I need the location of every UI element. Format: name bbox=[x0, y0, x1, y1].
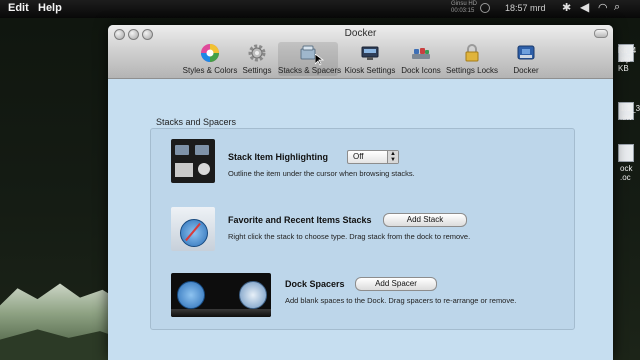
menu-bar: Edit Help Ginsu HD 00:03:15 18:57 mrd ✱ … bbox=[0, 0, 640, 18]
popup-value: Off bbox=[353, 152, 364, 161]
tab-settings-locks[interactable]: Settings Locks bbox=[444, 42, 500, 76]
dock-spacers-description: Add blank spaces to the Dock. Drag space… bbox=[285, 296, 517, 305]
stacks-spacers-panel: Stack Item Highlighting Off ▲ ▼ Outline t… bbox=[150, 128, 575, 330]
section-title: Stacks and Spacers bbox=[156, 117, 237, 127]
tab-label: Dock Icons bbox=[401, 66, 441, 75]
stack-highlighting-description: Outline the item under the cursor when b… bbox=[228, 169, 415, 178]
tab-label: Stacks & Spacers bbox=[278, 66, 342, 75]
tab-dock-icons[interactable]: Dock Icons bbox=[400, 42, 442, 76]
menu-help[interactable]: Help bbox=[38, 2, 62, 14]
stack-highlighting-popup[interactable]: Off ▲ ▼ bbox=[347, 150, 399, 164]
kiosk-icon bbox=[361, 46, 379, 60]
tab-label: Settings bbox=[242, 66, 272, 75]
dock-icons-icon bbox=[412, 48, 430, 59]
add-stack-button[interactable]: Add Stack bbox=[383, 213, 467, 227]
spotlight-search-icon[interactable]: ⌕ bbox=[614, 1, 620, 14]
desktop-file-label: ock .oc bbox=[620, 164, 633, 182]
tab-label: Styles & Colors bbox=[182, 66, 238, 75]
status-clock-icon[interactable] bbox=[480, 3, 490, 13]
status-timer: 00:03:15 bbox=[451, 8, 475, 14]
bluetooth-icon[interactable]: ✱ bbox=[562, 1, 571, 14]
status-disk-label: Ginsu HD bbox=[451, 1, 478, 7]
tab-label: Settings Locks bbox=[445, 66, 499, 75]
wifi-icon[interactable]: ◠ bbox=[598, 1, 608, 14]
tab-label: Docker bbox=[513, 66, 539, 75]
gear-icon bbox=[248, 44, 266, 62]
tab-styles-colors[interactable]: Styles & Colors bbox=[182, 42, 238, 76]
tab-stacks-spacers[interactable]: Stacks & Spacers bbox=[278, 42, 342, 76]
window-titlebar: Docker Styles & Colors Settings Stacks &… bbox=[108, 25, 613, 79]
toolbar-toggle-button[interactable] bbox=[594, 29, 608, 38]
desktop-file-label: Kit_4 .zip KB bbox=[618, 46, 637, 73]
stack-highlight-preview-icon bbox=[171, 139, 215, 183]
desktop-file-icon[interactable] bbox=[618, 144, 634, 162]
stack-item-highlighting-label: Stack Item Highlighting bbox=[228, 152, 329, 162]
tab-label: Kiosk Settings bbox=[344, 66, 396, 75]
favorite-stacks-description: Right click the stack to choose type. Dr… bbox=[228, 232, 471, 241]
add-spacer-button[interactable]: Add Spacer bbox=[355, 277, 437, 291]
favorites-stack-icon bbox=[171, 207, 215, 251]
menu-edit[interactable]: Edit bbox=[8, 2, 29, 14]
window-title: Docker bbox=[344, 28, 377, 39]
docker-app-icon bbox=[517, 45, 535, 60]
status-clock[interactable]: 18:57 mrd bbox=[505, 3, 546, 13]
color-wheel-icon bbox=[201, 44, 219, 62]
favorite-recent-stacks-label: Favorite and Recent Items Stacks bbox=[228, 215, 372, 225]
docker-window: Docker Styles & Colors Settings Stacks &… bbox=[108, 25, 613, 360]
lock-icon bbox=[465, 44, 479, 62]
tab-docker[interactable]: Docker bbox=[508, 42, 544, 76]
tab-settings[interactable]: Settings bbox=[240, 42, 274, 76]
popup-arrows-icon: ▲ ▼ bbox=[387, 151, 398, 163]
volume-icon[interactable]: ◀ bbox=[580, 0, 589, 14]
desktop-file-label: 1.1_3 .sw bbox=[620, 104, 640, 122]
dock-spacers-label: Dock Spacers bbox=[285, 279, 345, 289]
dock-spacers-preview-icon bbox=[171, 273, 271, 317]
mouse-cursor-icon bbox=[315, 54, 324, 66]
tab-kiosk-settings[interactable]: Kiosk Settings bbox=[342, 42, 398, 76]
